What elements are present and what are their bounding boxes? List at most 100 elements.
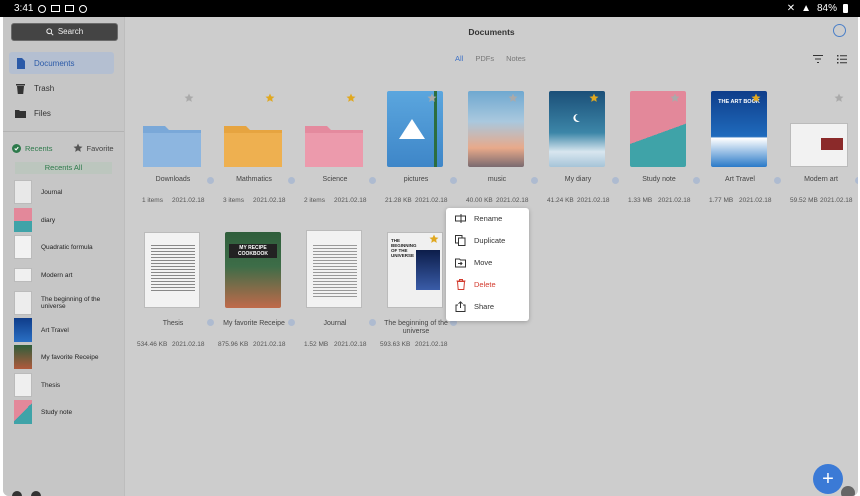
tile-size: 534.46 KB [137,341,168,348]
chevron-down-icon[interactable] [207,319,214,326]
settings-icon[interactable] [12,491,22,496]
add-button[interactable]: + [813,464,843,494]
document-tile-thesis[interactable]: Thesis 534.46 KB 2021.02.18 [137,230,217,350]
recent-item-diary[interactable]: diary [14,208,119,232]
star-icon[interactable] [429,234,439,244]
menu-item-move[interactable]: Move [446,252,529,273]
tile-date: 2021.02.18 [415,341,448,348]
clock: 3:41 [14,3,34,14]
account-icon[interactable] [31,491,41,496]
star-icon[interactable] [751,93,761,103]
recent-item-thesis[interactable]: Thesis [14,373,119,397]
document-tile-art-travel[interactable]: THE ART BOOK Art Travel 1.77 MB 2021.02.… [704,90,784,210]
tab-all[interactable]: All [455,54,463,63]
folder-icon [224,126,282,167]
notebook-tile-pictures[interactable]: pictures 21.28 KB 2021.02.18 [380,90,460,210]
folder-tile-science[interactable]: Science 2 items 2021.02.18 [299,90,379,210]
chevron-down-icon[interactable] [531,177,538,184]
folder-tile-mathmatics[interactable]: Mathmatics 3 items 2021.02.18 [218,90,298,210]
plus-icon: + [822,468,834,490]
document-thumbnail [14,291,32,315]
rename-icon [455,213,466,224]
context-menu: Rename Duplicate Move Delete Share [446,208,529,321]
document-cover [144,232,200,308]
cover-image [821,138,843,150]
document-cover [306,230,362,308]
tab-pdfs[interactable]: PDFs [475,54,494,63]
menu-item-share[interactable]: Share [446,296,529,317]
tile-size: 59.52 MB [790,197,818,204]
sidebar-item-documents[interactable]: Documents [9,52,114,74]
chevron-down-icon[interactable] [774,177,781,184]
star-icon[interactable] [427,93,437,103]
document-thumbnail [14,180,32,204]
chevron-down-icon[interactable] [288,319,295,326]
recent-item-receipe[interactable]: My favorite Receipe [14,345,119,369]
tile-name: music [487,176,507,183]
sort-filter-icon[interactable] [812,53,824,65]
menu-item-delete[interactable]: Delete [446,274,529,295]
folder-tile-downloads[interactable]: Downloads 1 items 2021.02.18 [137,90,217,210]
recent-item-label: diary [41,216,56,224]
tile-size: 1.33 MB [628,197,653,204]
list-view-icon[interactable] [836,53,848,65]
tab-notes[interactable]: Notes [506,54,526,63]
recent-item-universe[interactable]: The beginning of the universe [14,291,119,315]
star-icon [73,143,83,152]
notebook-tile-music[interactable]: music 40.00 KB 2021.02.18 [461,90,541,210]
tile-name: The beginning of the universe [384,320,448,335]
star-icon[interactable] [184,93,194,103]
move-icon [455,257,466,268]
recent-item-art-travel[interactable]: Art Travel [14,318,119,342]
select-mode-icon[interactable] [833,24,846,37]
search-label: Search [57,27,84,36]
menu-item-duplicate[interactable]: Duplicate [446,230,529,251]
chevron-down-icon[interactable] [207,177,214,184]
menu-item-rename[interactable]: Rename [446,208,529,229]
tile-date: 2021.02.18 [577,197,610,204]
tile-date: 2021.02.18 [334,197,367,204]
battery-icon [843,4,848,13]
tile-date: 2021.02.18 [334,341,367,348]
tile-size: 875.96 KB [218,341,249,348]
tile-size: 41.24 KB [547,197,574,204]
sidebar-item-label: Trash [34,83,55,93]
star-icon[interactable] [834,93,844,103]
sidebar-item-files[interactable]: Files [9,102,114,124]
chevron-down-icon[interactable] [288,177,295,184]
tab-favorite[interactable]: Favorite [73,143,114,153]
star-icon[interactable] [508,93,518,103]
menu-item-label: Delete [474,280,496,289]
notebook-tile-my-diary[interactable]: My diary 41.24 KB 2021.02.18 [542,90,622,210]
tab-recents[interactable]: Recents [12,143,53,153]
star-icon[interactable] [670,93,680,103]
sidebar-item-trash[interactable]: Trash [9,77,114,99]
notebook-tile-study-note[interactable]: Study note 1.33 MB 2021.02.18 [623,90,703,210]
tile-name: Study note [642,176,676,183]
chevron-down-icon[interactable] [612,177,619,184]
sidebar: Search Documents Trash Files Recents Fav… [3,17,125,496]
document-tile-modern-art[interactable]: Modern art 59.52 MB 2021.02.18 [785,90,858,210]
chevron-down-icon[interactable] [369,319,376,326]
tab-recents-label: Recents [25,143,53,153]
recent-item-quadratic-formula[interactable]: Quadratic formula [14,235,119,259]
recents-all-button[interactable]: Recents All [15,162,112,174]
recent-item-journal[interactable]: Journal [14,180,119,204]
edit-handle-icon[interactable] [841,486,855,496]
star-icon[interactable] [346,93,356,103]
chevron-down-icon[interactable] [450,177,457,184]
search-button[interactable]: Search [11,23,118,41]
chevron-down-icon[interactable] [693,177,700,184]
recent-item-modern-art[interactable]: Modern art [14,263,119,287]
star-icon[interactable] [265,93,275,103]
star-icon[interactable] [589,93,599,103]
tile-date: 2021.02.18 [658,197,691,204]
recent-item-label: Thesis [41,381,61,389]
share-icon [455,301,466,312]
chevron-down-icon[interactable] [369,177,376,184]
document-tile-journal[interactable]: Journal 1.52 MB 2021.02.18 [299,230,379,350]
document-tile-receipe[interactable]: MY RECIPE COOKBOOK My favorite Receipe 8… [218,230,298,350]
recent-item-study-note[interactable]: Study note [14,400,119,424]
chevron-down-icon[interactable] [855,177,858,184]
moon-icon [573,113,580,122]
